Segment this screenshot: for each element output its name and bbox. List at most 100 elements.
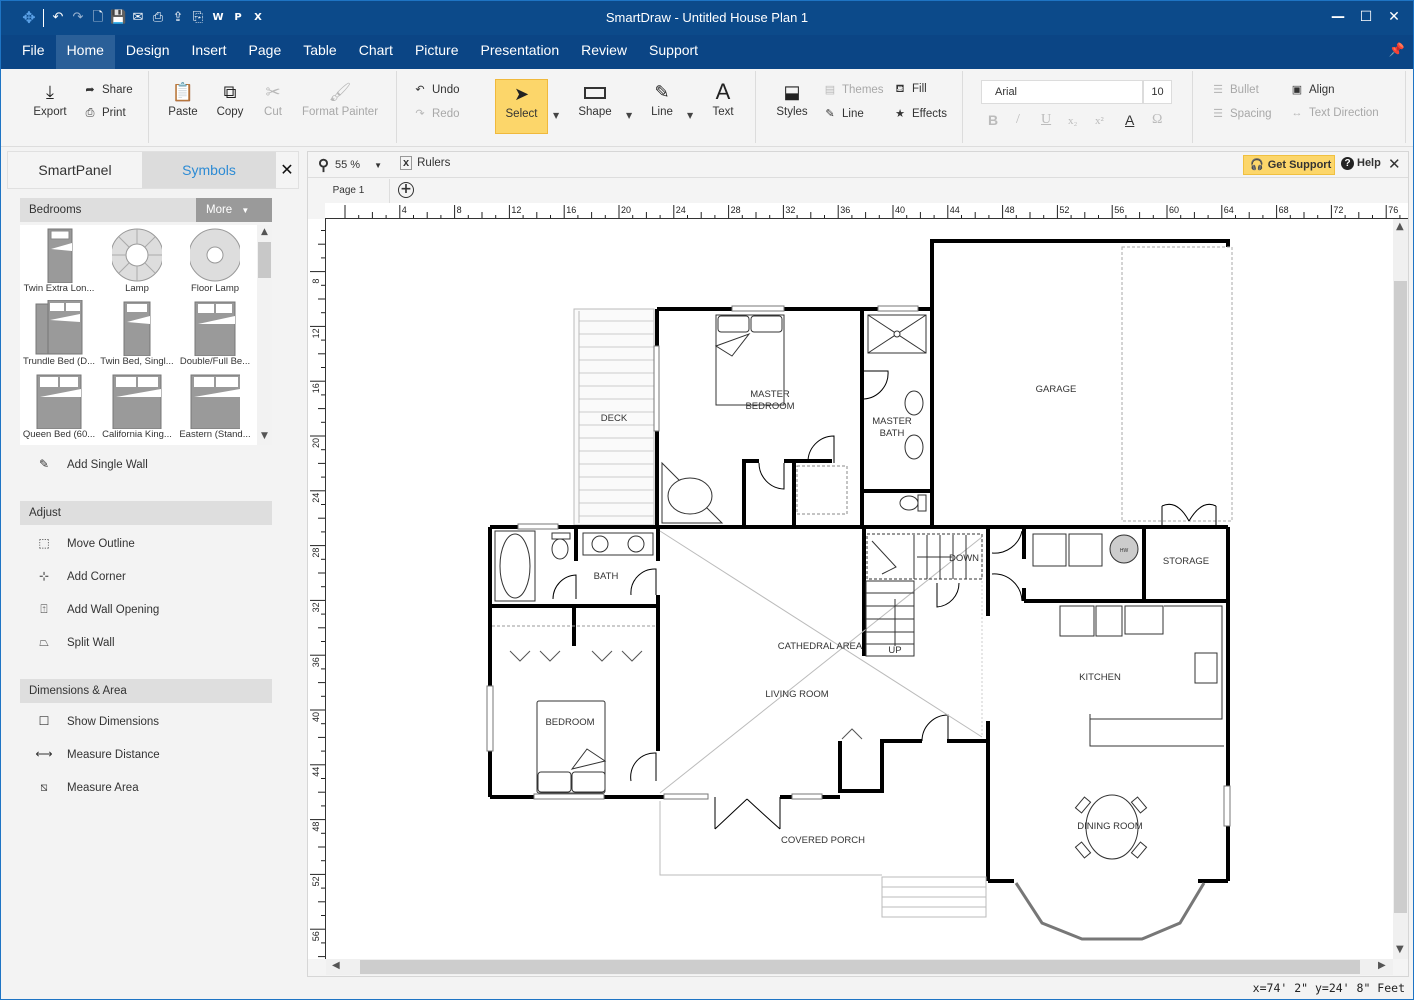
drawing-canvas[interactable]: DECK MASTER BEDROOM MASTER BATH GARAGE B…: [326, 219, 1393, 959]
symbol-twin-extra-long[interactable]: Twin Extra Lon...: [20, 225, 98, 298]
symbol-trundle-bed[interactable]: Trundle Bed (D...: [20, 298, 98, 371]
line-button[interactable]: ✎ Line: [638, 81, 686, 118]
font-name-field[interactable]: Arial: [981, 80, 1143, 104]
menu-file[interactable]: File: [11, 35, 56, 69]
rulers-toggle[interactable]: x Rulers: [400, 156, 450, 170]
tab-smartpanel[interactable]: SmartPanel: [8, 152, 142, 188]
menu-home[interactable]: Home: [55, 35, 115, 69]
add-corner-button[interactable]: ⊹ Add Corner: [35, 566, 126, 586]
select-button[interactable]: ➤ Select: [495, 79, 548, 134]
effects-button[interactable]: ★ Effects: [893, 107, 947, 120]
menu-table[interactable]: Table: [292, 35, 347, 69]
measure-distance-button[interactable]: ⟷ Measure Distance: [35, 744, 159, 764]
move-outline-button[interactable]: ⬚ Move Outline: [35, 533, 134, 553]
more-libraries-button[interactable]: More ▼: [196, 198, 272, 222]
vertical-ruler[interactable]: 8 12 16 20 24 28 32 36 40 44 48 52 56: [308, 219, 326, 959]
align-button[interactable]: ▣ Align: [1290, 83, 1335, 96]
bold-button[interactable]: B: [988, 112, 998, 128]
divider: [755, 71, 756, 143]
menu-review[interactable]: Review: [570, 35, 638, 69]
spacing-button[interactable]: ☰ Spacing: [1211, 107, 1272, 120]
menu-presentation[interactable]: Presentation: [470, 35, 571, 69]
close-icon[interactable]: ✕: [1388, 155, 1401, 173]
superscript-button[interactable]: x²: [1095, 115, 1104, 127]
help-button[interactable]: ? Help: [1341, 157, 1381, 170]
show-dimensions-checkbox[interactable]: ☐ Show Dimensions: [35, 711, 159, 731]
cut-button[interactable]: ✂ Cut: [249, 81, 297, 118]
chevron-down-icon[interactable]: ▼: [257, 431, 272, 441]
menu-insert[interactable]: Insert: [181, 35, 238, 69]
text-direction-button[interactable]: ↔ Text Direction: [1290, 107, 1379, 119]
close-icon[interactable]: ✕: [1385, 7, 1403, 27]
format-painter-button[interactable]: 🖌 Format Painter: [299, 81, 381, 118]
copy-button[interactable]: ⧉ Copy: [206, 81, 254, 118]
vertical-scrollbar[interactable]: ▲ ▼: [1393, 219, 1408, 959]
zoom-dropdown-icon[interactable]: ▼: [374, 161, 382, 170]
symbol-lamp[interactable]: Lamp: [98, 225, 176, 298]
close-panel-icon[interactable]: ✕: [276, 152, 298, 188]
chevron-up-icon[interactable]: ▲: [1396, 221, 1404, 232]
themes-button[interactable]: ▤ Themes: [823, 83, 884, 96]
paste-button[interactable]: 📋 Paste: [159, 81, 207, 118]
divider: [962, 71, 963, 143]
horizontal-scrollbar[interactable]: ◀ ▶: [326, 959, 1393, 975]
symbol-eastern-king[interactable]: Eastern (Stand...: [176, 371, 254, 444]
print-button[interactable]: ⎙ Print: [83, 107, 126, 120]
symbol-queen-bed[interactable]: Queen Bed (60...: [20, 371, 98, 444]
chevron-right-icon[interactable]: ▶: [1378, 960, 1386, 971]
minimize-icon[interactable]: —: [1329, 7, 1347, 27]
trundle-bed-icon: [35, 300, 83, 355]
maximize-icon[interactable]: ☐: [1357, 7, 1375, 27]
horizontal-ruler[interactable]: 4 8 12 16 20 24 28 32 36 40 44 48 52 56 60 64 68 72 76: [325, 203, 1408, 219]
shape-dropdown-icon[interactable]: ▼: [626, 111, 632, 120]
get-support-button[interactable]: 🎧 Get Support: [1243, 155, 1335, 175]
scrollbar-thumb[interactable]: [258, 242, 271, 278]
symbol-scrollbar[interactable]: ▲ ▼: [257, 225, 272, 445]
chevron-up-icon[interactable]: ▲: [257, 227, 272, 237]
text-button[interactable]: A Text: [699, 81, 747, 119]
split-wall-button[interactable]: ⏢ Split Wall: [35, 632, 114, 652]
menu-chart[interactable]: Chart: [348, 35, 404, 69]
scrollbar-thumb[interactable]: [360, 960, 1360, 974]
menu-page[interactable]: Page: [238, 35, 293, 69]
menu-design[interactable]: Design: [115, 35, 181, 69]
insert-symbol-button[interactable]: Ω: [1152, 112, 1162, 128]
italic-button[interactable]: /: [1016, 112, 1020, 128]
undo-button[interactable]: ↶ Undo: [413, 83, 459, 96]
bullet-button[interactable]: ☰ Bullet: [1211, 83, 1259, 96]
redo-button[interactable]: ↷ Redo: [413, 107, 459, 120]
font-color-button[interactable]: A: [1125, 112, 1134, 128]
share-button[interactable]: ➦ Share: [83, 83, 132, 96]
symbol-twin-bed[interactable]: Twin Bed, Singl...: [98, 298, 176, 371]
page-tab[interactable]: Page 1: [308, 179, 390, 203]
symbol-double-bed[interactable]: Double/Full Be...: [176, 298, 254, 371]
line-style-button[interactable]: ✎ Line: [823, 107, 863, 120]
line-dropdown-icon[interactable]: ▼: [687, 111, 693, 120]
select-dropdown-icon[interactable]: ▼: [553, 111, 559, 120]
styles-button[interactable]: ⬓ Styles: [768, 81, 816, 118]
pin-ribbon-icon[interactable]: 📌: [1389, 43, 1405, 58]
fill-button[interactable]: ⛾ Fill: [893, 83, 927, 97]
scrollbar-thumb[interactable]: [1394, 281, 1407, 913]
symbol-california-king[interactable]: California King...: [98, 371, 176, 444]
tab-symbols[interactable]: Symbols: [142, 152, 276, 188]
subscript-button[interactable]: x₂: [1068, 115, 1077, 127]
menu-picture[interactable]: Picture: [404, 35, 470, 69]
underline-button[interactable]: U: [1041, 112, 1051, 128]
zoom-control[interactable]: ⚲ 55 % ▼: [318, 156, 382, 174]
ruler-label: 40: [311, 712, 321, 722]
font-size-field[interactable]: 10: [1143, 80, 1172, 104]
shape-button[interactable]: Shape: [571, 81, 619, 118]
add-page-icon[interactable]: +: [398, 182, 414, 198]
add-wall-opening-button[interactable]: ⍐ Add Wall Opening: [35, 599, 159, 619]
add-single-wall-button[interactable]: ✎ Add Single Wall: [35, 454, 148, 474]
chevron-left-icon[interactable]: ◀: [332, 960, 340, 971]
ruler-label: 12: [311, 328, 321, 338]
export-button[interactable]: ⤓ Export: [26, 81, 74, 118]
measure-area-button[interactable]: ⧅ Measure Area: [35, 777, 138, 797]
ruler-label: 76: [1388, 205, 1398, 215]
chevron-down-icon[interactable]: ▼: [1396, 944, 1404, 955]
symbol-floor-lamp[interactable]: Floor Lamp: [176, 225, 254, 298]
split-wall-icon: ⏢: [39, 635, 49, 649]
menu-support[interactable]: Support: [638, 35, 709, 69]
